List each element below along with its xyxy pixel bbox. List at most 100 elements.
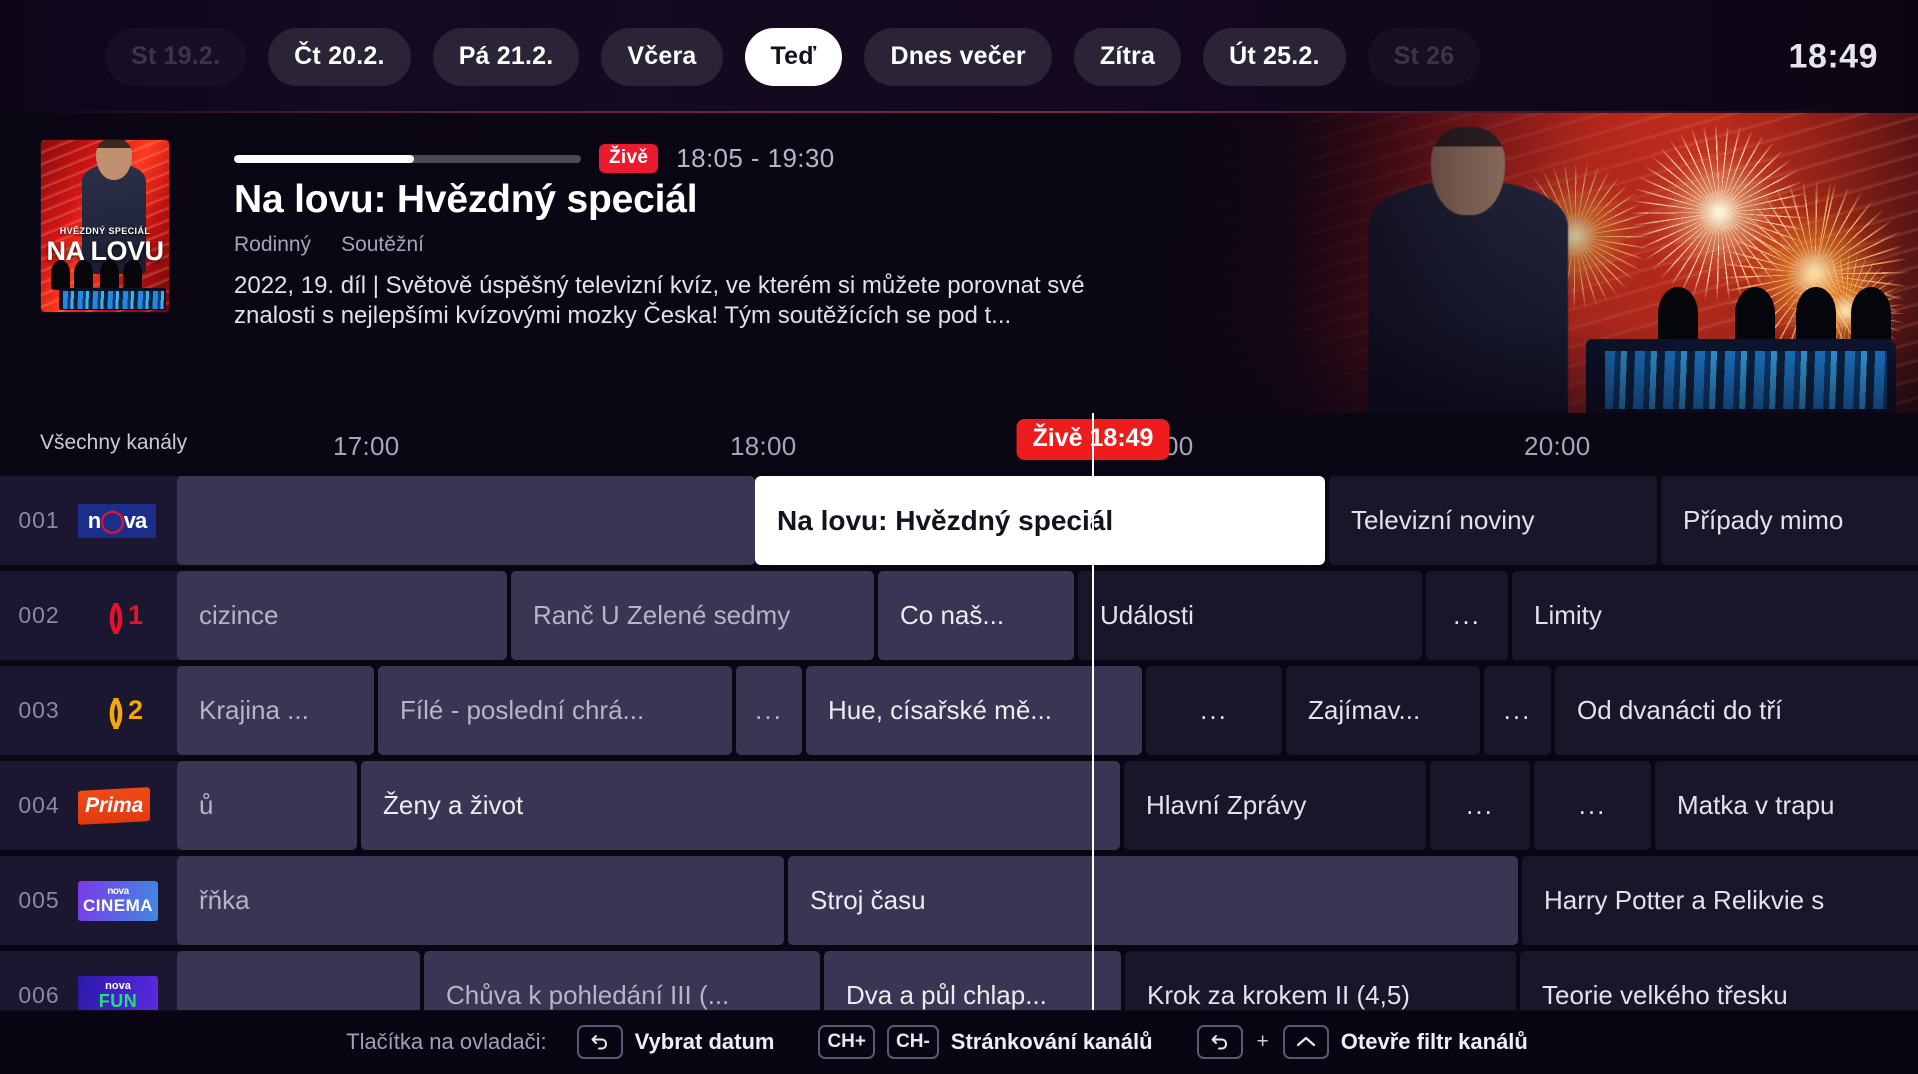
program-block[interactable]: Události [1078,571,1422,660]
plus-separator: + [1256,1030,1269,1053]
channel-row: 004 Prima ů Ženy a život Hlavní Zprávy......… [0,761,1918,856]
channel-number: 004 [18,792,60,818]
date-chip-1[interactable]: Čt 20.2. [268,27,411,86]
program-block[interactable]: ... [736,666,802,755]
up-arrow-icon[interactable] [1282,1025,1329,1059]
remote-hint-text: Otevře filtr kanálů [1340,1029,1528,1054]
date-chip-strip: St 19.2. Čt 20.2. Pá 21.2. Včera Teď Dnes več… [0,27,1502,86]
remote-hint-item: CH+ CH- Stránkování kanálů [818,1025,1153,1059]
program-block[interactable]: Hlavní Zprávy [1124,761,1426,850]
playback-progress-bar[interactable] [234,154,581,163]
program-block[interactable]: Limity [1512,571,1918,660]
program-block[interactable]: Matka v trapu [1655,761,1918,850]
program-block[interactable]: Televizní noviny [1329,476,1657,565]
date-chip-2[interactable]: Pá 21.2. [432,27,580,86]
program-block[interactable]: ... [1534,761,1651,850]
channel-row: 006 nova FUN Chůva k pohledání III (... Dva … [0,951,1918,1010]
program-block[interactable]: Teorie velkého třesku [1520,951,1918,1010]
timeline-tick-1700: 17:00 [333,431,400,461]
date-chip-0[interactable]: St 19.2. [105,27,247,86]
back-icon[interactable] [1196,1025,1243,1059]
program-block[interactable]: Co naš... [878,571,1074,660]
timeline-tick-2000: 20:00 [1524,431,1591,461]
remote-hints-bar: Tlačítka na ovladači: Vybrat datum CH+ CH-… [0,1010,1918,1074]
program-block[interactable]: Chůva k pohledání III (... [424,951,820,1010]
date-chip-5[interactable]: Dnes večer [864,27,1052,86]
clock: 18:49 [1788,37,1878,75]
date-chip-label: St 19.2. [131,42,221,70]
channel-number: 002 [18,602,60,628]
date-chip-4[interactable]: Teď [744,27,843,86]
progress-row: Živě 18:05 - 19:30 [234,143,835,174]
channel-logo-ct1: () 1 [107,596,143,634]
date-chip-3[interactable]: Včera [601,27,723,86]
program-block[interactable]: Od dvanácti do tří [1555,666,1918,755]
now-time-indicator-line [1092,413,1094,1010]
live-badge: Živě [599,144,659,173]
program-description: 2022, 19. díl | Světově úspěšný televizn… [234,272,1085,330]
program-block[interactable]: Ženy a život [361,761,1120,850]
channel-lane: ů Ženy a život Hlavní Zprávy...... Matka v … [177,761,1918,850]
program-block[interactable]: ... [1484,666,1551,755]
program-block[interactable]: cizince [177,571,507,660]
date-chip-7[interactable]: Út 25.2. [1203,27,1346,86]
program-grid[interactable]: 001 n◯va Na lovu: Hvězdný speciál Televizní… [0,476,1918,1010]
channel-logo-nova-cinema: nova CINEMA [78,880,158,921]
program-block[interactable]: Ranč U Zelené sedmy [511,571,874,660]
channel-number: 003 [18,697,60,723]
genre-list: Rodinný Soutěžní [234,233,424,257]
channel-lane: Krajina ... Fílé - poslední chrá...... Hue… [177,666,1918,755]
genre-tag: Soutěžní [341,233,424,256]
channel-lane: Chůva k pohledání III (... Dva a půl chla… [177,951,1918,1010]
program-block[interactable]: Harry Potter a Relikvie s [1522,856,1918,945]
channel-lane: řňka Stroj času Harry Potter a Relikvie s [177,856,1918,945]
program-poster: HVĚZDNÝ SPECIÁL NA LOVU [41,140,169,312]
date-chip-label: Dnes večer [890,42,1026,70]
program-detail-panel: HVĚZDNÝ SPECIÁL NA LOVU Živě 18:05 - 19:… [0,113,1918,413]
program-block[interactable]: Krajina ... [177,666,374,755]
program-block[interactable]: Dva a půl chlap... [824,951,1121,1010]
key-chplus[interactable]: CH+ [818,1025,875,1059]
program-block[interactable]: Fílé - poslední chrá... [378,666,732,755]
all-channels-label[interactable]: Všechny kanály [40,431,187,455]
date-chip-8[interactable]: St 26 [1367,27,1481,86]
timeline-tick-1800: 18:00 [730,431,797,461]
date-chip-6[interactable]: Zítra [1073,27,1182,86]
key-chminus[interactable]: CH- [887,1025,939,1059]
program-block[interactable]: ... [1430,761,1530,850]
channel-row: 002 () 1 cizince Ranč U Zelené sedmy Co naš..… [0,571,1918,666]
genre-tag: Rodinný [234,233,312,256]
program-time-range: 18:05 - 19:30 [676,143,835,173]
program-block[interactable]: ... [1146,666,1282,755]
program-block[interactable] [177,476,755,565]
channel-number: 006 [18,982,60,1008]
date-chip-label: Út 25.2. [1229,42,1320,70]
channel-logo-prima: Prima [78,786,150,825]
remote-hint-item: Vybrat datum [576,1025,775,1059]
channel-logo-nova: n◯va [78,503,156,538]
channel-logo-nova-fun: nova FUN [78,975,158,1010]
date-chip-label: Zítra [1099,42,1156,70]
page-title: Na lovu: Hvězdný speciál [234,178,698,221]
program-block[interactable]: Zajímav... [1286,666,1480,755]
poster-overline: HVĚZDNÝ SPECIÁL [59,226,151,236]
channel-number: 001 [18,507,60,533]
remote-hint-items: Vybrat datum CH+ CH- Stránkování kanálů + Ote… [576,1025,1572,1059]
program-block[interactable]: ů [177,761,357,850]
date-chip-label: Teď [770,42,817,70]
program-block[interactable]: Stroj času [788,856,1518,945]
channel-logo-ct2: () 2 [107,691,143,729]
channel-row: 003 () 2 Krajina ... Fílé - poslední chrá...… [0,666,1918,761]
program-block[interactable] [177,951,420,1010]
program-block[interactable]: Případy mimo [1661,476,1918,565]
channel-row: 005 nova CINEMA řňka Stroj času Harry Potter … [0,856,1918,951]
back-icon[interactable] [576,1025,623,1059]
program-block[interactable]: ... [1426,571,1508,660]
remote-hint-item: + Otevře filtr kanálů [1196,1025,1528,1059]
date-navigation-bar: St 19.2. Čt 20.2. Pá 21.2. Včera Teď Dnes več… [0,0,1918,113]
program-block[interactable]: řňka [177,856,784,945]
program-block[interactable]: Krok za krokem II (4,5) [1125,951,1516,1010]
program-block-selected[interactable]: Na lovu: Hvězdný speciál [755,476,1325,565]
channel-row: 001 n◯va Na lovu: Hvězdný speciál Televizní… [0,476,1918,571]
remote-hint-text: Vybrat datum [634,1029,775,1054]
